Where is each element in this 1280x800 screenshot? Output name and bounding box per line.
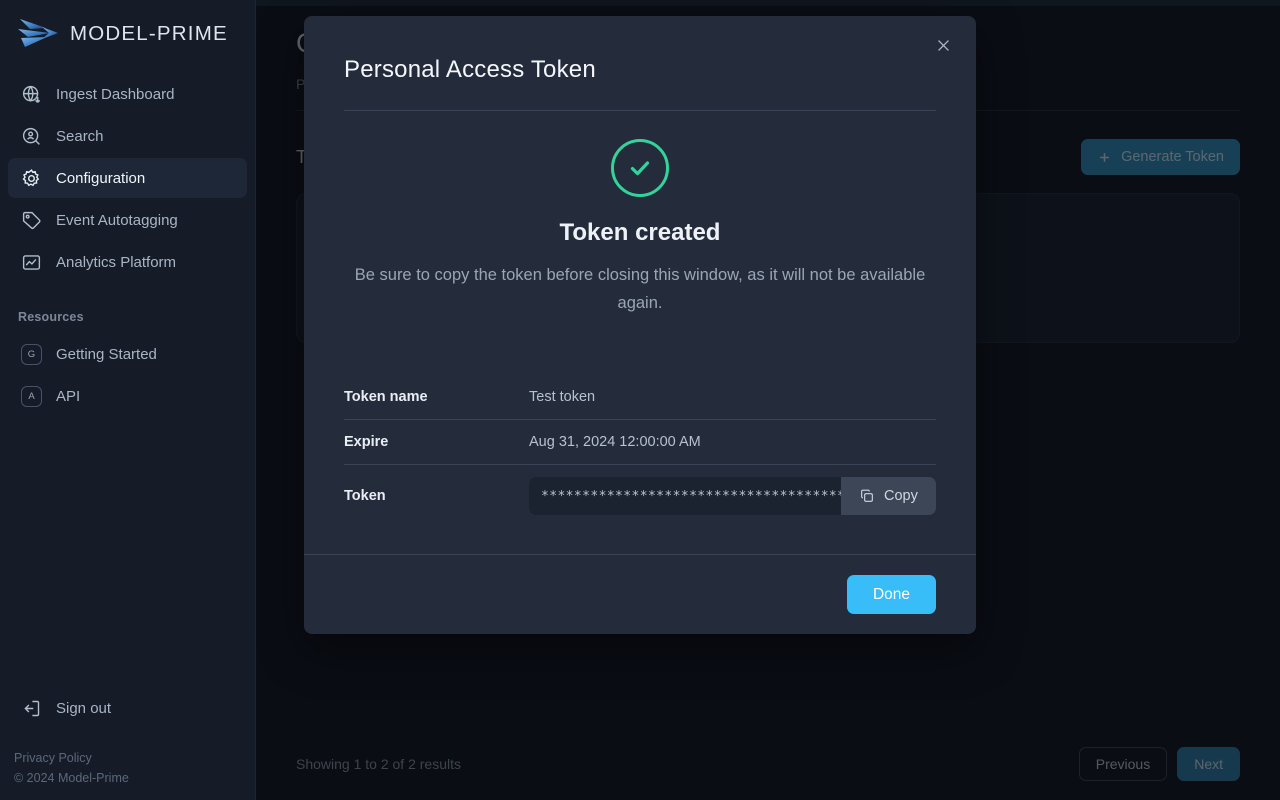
sidebar-item-label: Configuration	[56, 169, 146, 187]
sidebar-item-ingest-dashboard[interactable]: Ingest Dashboard	[8, 74, 247, 114]
check-icon	[630, 161, 650, 176]
copy-label: Copy	[884, 488, 918, 504]
brand-name: MODEL-PRIME	[70, 22, 228, 45]
brand-logo[interactable]: MODEL-PRIME	[0, 0, 255, 74]
sidebar-item-label: Ingest Dashboard	[56, 85, 175, 103]
getting-started-badge-icon: G	[21, 343, 42, 365]
sidebar-item-getting-started[interactable]: G Getting Started	[8, 334, 247, 374]
close-icon	[937, 39, 949, 51]
sidebar-legal: Privacy Policy © 2024 Model-Prime	[0, 728, 255, 800]
check-circle-icon	[611, 139, 669, 197]
status-description: Be sure to copy the token before closing…	[354, 266, 926, 312]
tag-icon	[22, 211, 41, 229]
model-prime-wing-logo-icon	[18, 19, 58, 47]
sidebar-nav: Ingest Dashboard Search Configuration Ev…	[0, 74, 255, 416]
chart-image-icon	[22, 254, 41, 270]
sidebar-section-resources: Resources	[18, 310, 84, 324]
detail-row: Expire Aug 31, 2024 12:00:00 AM	[344, 420, 936, 465]
sign-out-label: Sign out	[56, 699, 112, 717]
copy-icon	[861, 489, 873, 502]
copy-token-button[interactable]: Copy	[841, 477, 936, 515]
token-details-list: Token name Test token Expire Aug 31, 202…	[344, 375, 936, 527]
token-value-row: Token **********************************…	[344, 465, 936, 527]
sidebar-item-configuration[interactable]: Configuration	[8, 158, 247, 198]
copyright-text: © 2024 Model-Prime	[14, 771, 129, 785]
sidebar-item-search[interactable]: Search	[8, 116, 247, 156]
close-modal-button[interactable]	[928, 30, 958, 60]
sidebar-item-event-autotagging[interactable]: Event Autotagging	[8, 200, 247, 240]
sidebar-item-label: Event Autotagging	[56, 211, 178, 229]
detail-key: Token	[344, 488, 386, 504]
status-icon-wrap	[344, 139, 936, 197]
status-heading: Token created	[559, 219, 721, 246]
privacy-policy-link[interactable]: Privacy Policy	[14, 748, 255, 768]
detail-value: Test token	[529, 389, 596, 405]
api-badge-icon: A	[21, 385, 42, 407]
done-button[interactable]: Done	[846, 575, 936, 614]
modal-title: Personal Access Token	[344, 56, 596, 83]
sidebar-item-label: Search	[56, 127, 104, 145]
personal-access-token-modal: Personal Access Token Token created Be s…	[304, 16, 976, 634]
detail-value: Aug 31, 2024 12:00:00 AM	[529, 434, 701, 450]
sidebar-item-label: Getting Started	[56, 345, 157, 363]
globe-download-icon	[22, 85, 41, 103]
detail-key: Expire	[344, 434, 389, 450]
detail-key: Token name	[344, 389, 428, 405]
sidebar-item-label: API	[56, 387, 81, 405]
detail-row: Token name Test token	[344, 375, 936, 420]
modal-title-divider	[344, 110, 936, 111]
app-root: MODEL-PRIME Ingest Dashboard Search Conf…	[0, 0, 1280, 800]
sign-out-button[interactable]: Sign out	[8, 688, 247, 728]
sidebar-item-label: Analytics Platform	[56, 253, 177, 271]
magnifier-person-icon	[22, 127, 40, 145]
modal-body: Personal Access Token Token created Be s…	[304, 16, 976, 554]
token-field: ****************************************…	[529, 477, 936, 515]
sign-out-icon	[24, 700, 40, 716]
gear-icon	[22, 168, 40, 186]
modal-footer: Done	[304, 554, 976, 634]
sidebar: MODEL-PRIME Ingest Dashboard Search Conf…	[0, 0, 256, 800]
sidebar-item-api[interactable]: A API	[8, 376, 247, 416]
token-masked-input[interactable]: ****************************************…	[529, 477, 841, 515]
sidebar-item-analytics-platform[interactable]: Analytics Platform	[8, 242, 247, 282]
